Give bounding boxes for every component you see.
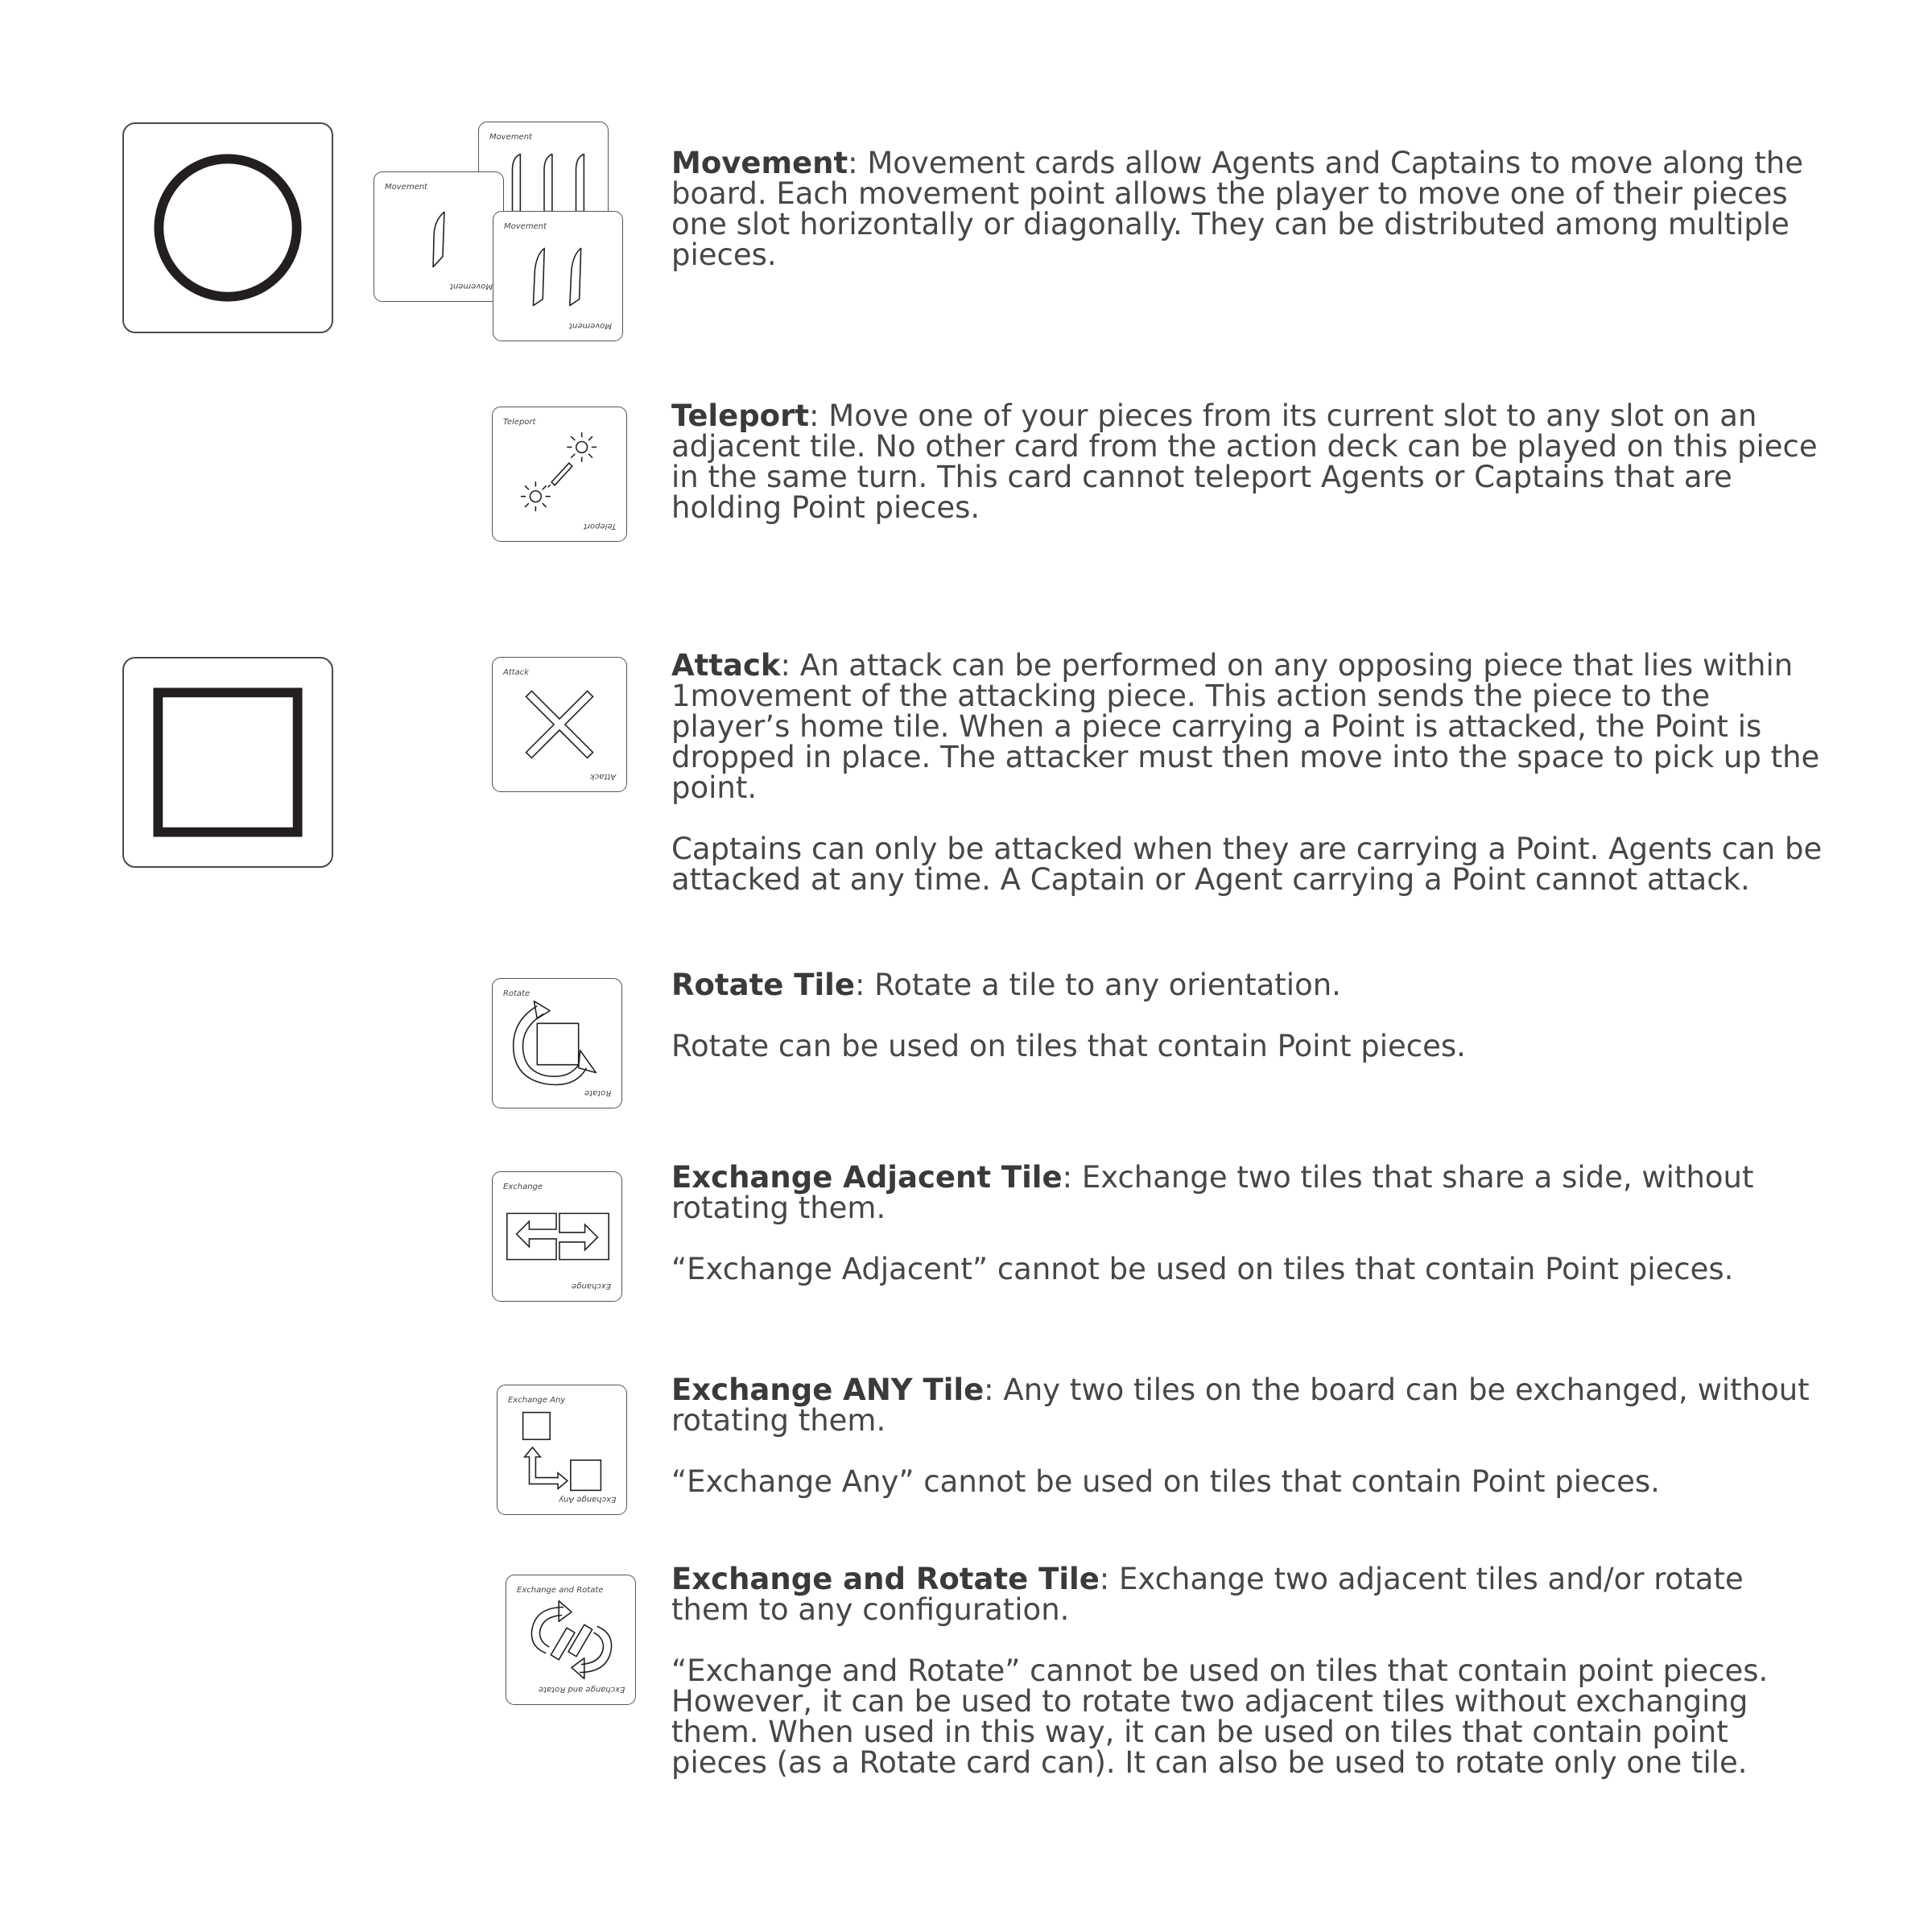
teleport-card: Teleport Teleport [492,407,627,542]
rotate-rule-text: Rotate Tile: Rotate a tile to any orient… [671,970,1823,1001]
attack-rule-title: Attack [671,648,781,683]
exchange-any-rule: Exchange ANY Tile: Any two tiles on the … [671,1375,1823,1497]
exchange-rule: Exchange Adjacent Tile: Exchange two til… [671,1162,1806,1285]
exchange-rule-title: Exchange Adjacent Tile [671,1160,1063,1195]
rotate-card: Rotate Rotate [492,978,622,1108]
exchange-rotate-icon [530,1600,613,1680]
exchange-any-rule-note: “Exchange Any” cannot be used on tiles t… [671,1464,1660,1499]
exchange-rotate-rule-title: Exchange and Rotate Tile [671,1562,1100,1596]
rotate-rule-note: Rotate can be used on tiles that contain… [671,1029,1466,1063]
exchange-rotate-card: Exchange and Rotate Exchange and Rotate [506,1575,636,1705]
teleport-rule: Teleport: Move one of your pieces from i… [671,401,1823,523]
movement-rule-text: Movement: Movement cards allow Agents an… [671,148,1831,270]
exchange-any-rule-title: Exchange ANY Tile [671,1373,985,1407]
rotate-rule-body: : Rotate a tile to any orientation. [854,968,1341,1002]
teleport-icon [520,431,597,512]
movement-card-one: Movement Movement [374,171,504,302]
circle-tile [122,122,333,333]
rotate-rule-title: Rotate Tile [671,968,855,1002]
attack-card: Attack Attack [492,657,627,792]
square-tile-icon [153,687,303,837]
circle-tile-icon [154,154,302,302]
movement-rule: Movement: Movement cards allow Agents an… [671,148,1831,270]
exchange-any-rule-text: Exchange ANY Tile: Any two tiles on the … [671,1375,1823,1436]
attack-rule-body: : An attack can be performed on any oppo… [671,648,1820,805]
attack-rule: Attack: An attack can be performed on an… [671,650,1823,895]
exchange-rotate-rule-text: Exchange and Rotate Tile: Exchange two a… [671,1564,1831,1625]
movement-card-two: Movement Movement [493,211,623,341]
exchange-rule-note: “Exchange Adjacent” cannot be used on ti… [671,1252,1734,1286]
exchange-rotate-rule-note: “Exchange and Rotate” cannot be used on … [671,1653,1769,1780]
rotate-rule: Rotate Tile: Rotate a tile to any orient… [671,970,1823,1062]
square-tile [122,657,333,868]
teleport-rule-body: : Move one of your pieces from its curre… [671,398,1818,525]
exchange-any-card: Exchange Any Exchange Any [497,1385,627,1515]
exchange-arrows-icon [506,1212,609,1261]
teleport-rule-title: Teleport [671,398,810,433]
attack-rule-note: Captains can only be attacked when they … [671,832,1823,897]
movement-two-bars-icon [532,247,582,307]
exchange-card: Exchange Exchange [492,1171,622,1302]
movement-one-bar-icon [432,211,445,268]
exchange-any-icon [522,1411,602,1492]
teleport-rule-text: Teleport: Move one of your pieces from i… [671,401,1823,523]
rotate-icon [512,1000,597,1086]
movement-rule-title: Movement [671,146,848,180]
attack-rule-text: Attack: An attack can be performed on an… [671,650,1823,803]
cross-icon [525,690,594,759]
exchange-rotate-rule: Exchange and Rotate Tile: Exchange two a… [671,1564,1831,1778]
exchange-rule-text: Exchange Adjacent Tile: Exchange two til… [671,1162,1806,1224]
